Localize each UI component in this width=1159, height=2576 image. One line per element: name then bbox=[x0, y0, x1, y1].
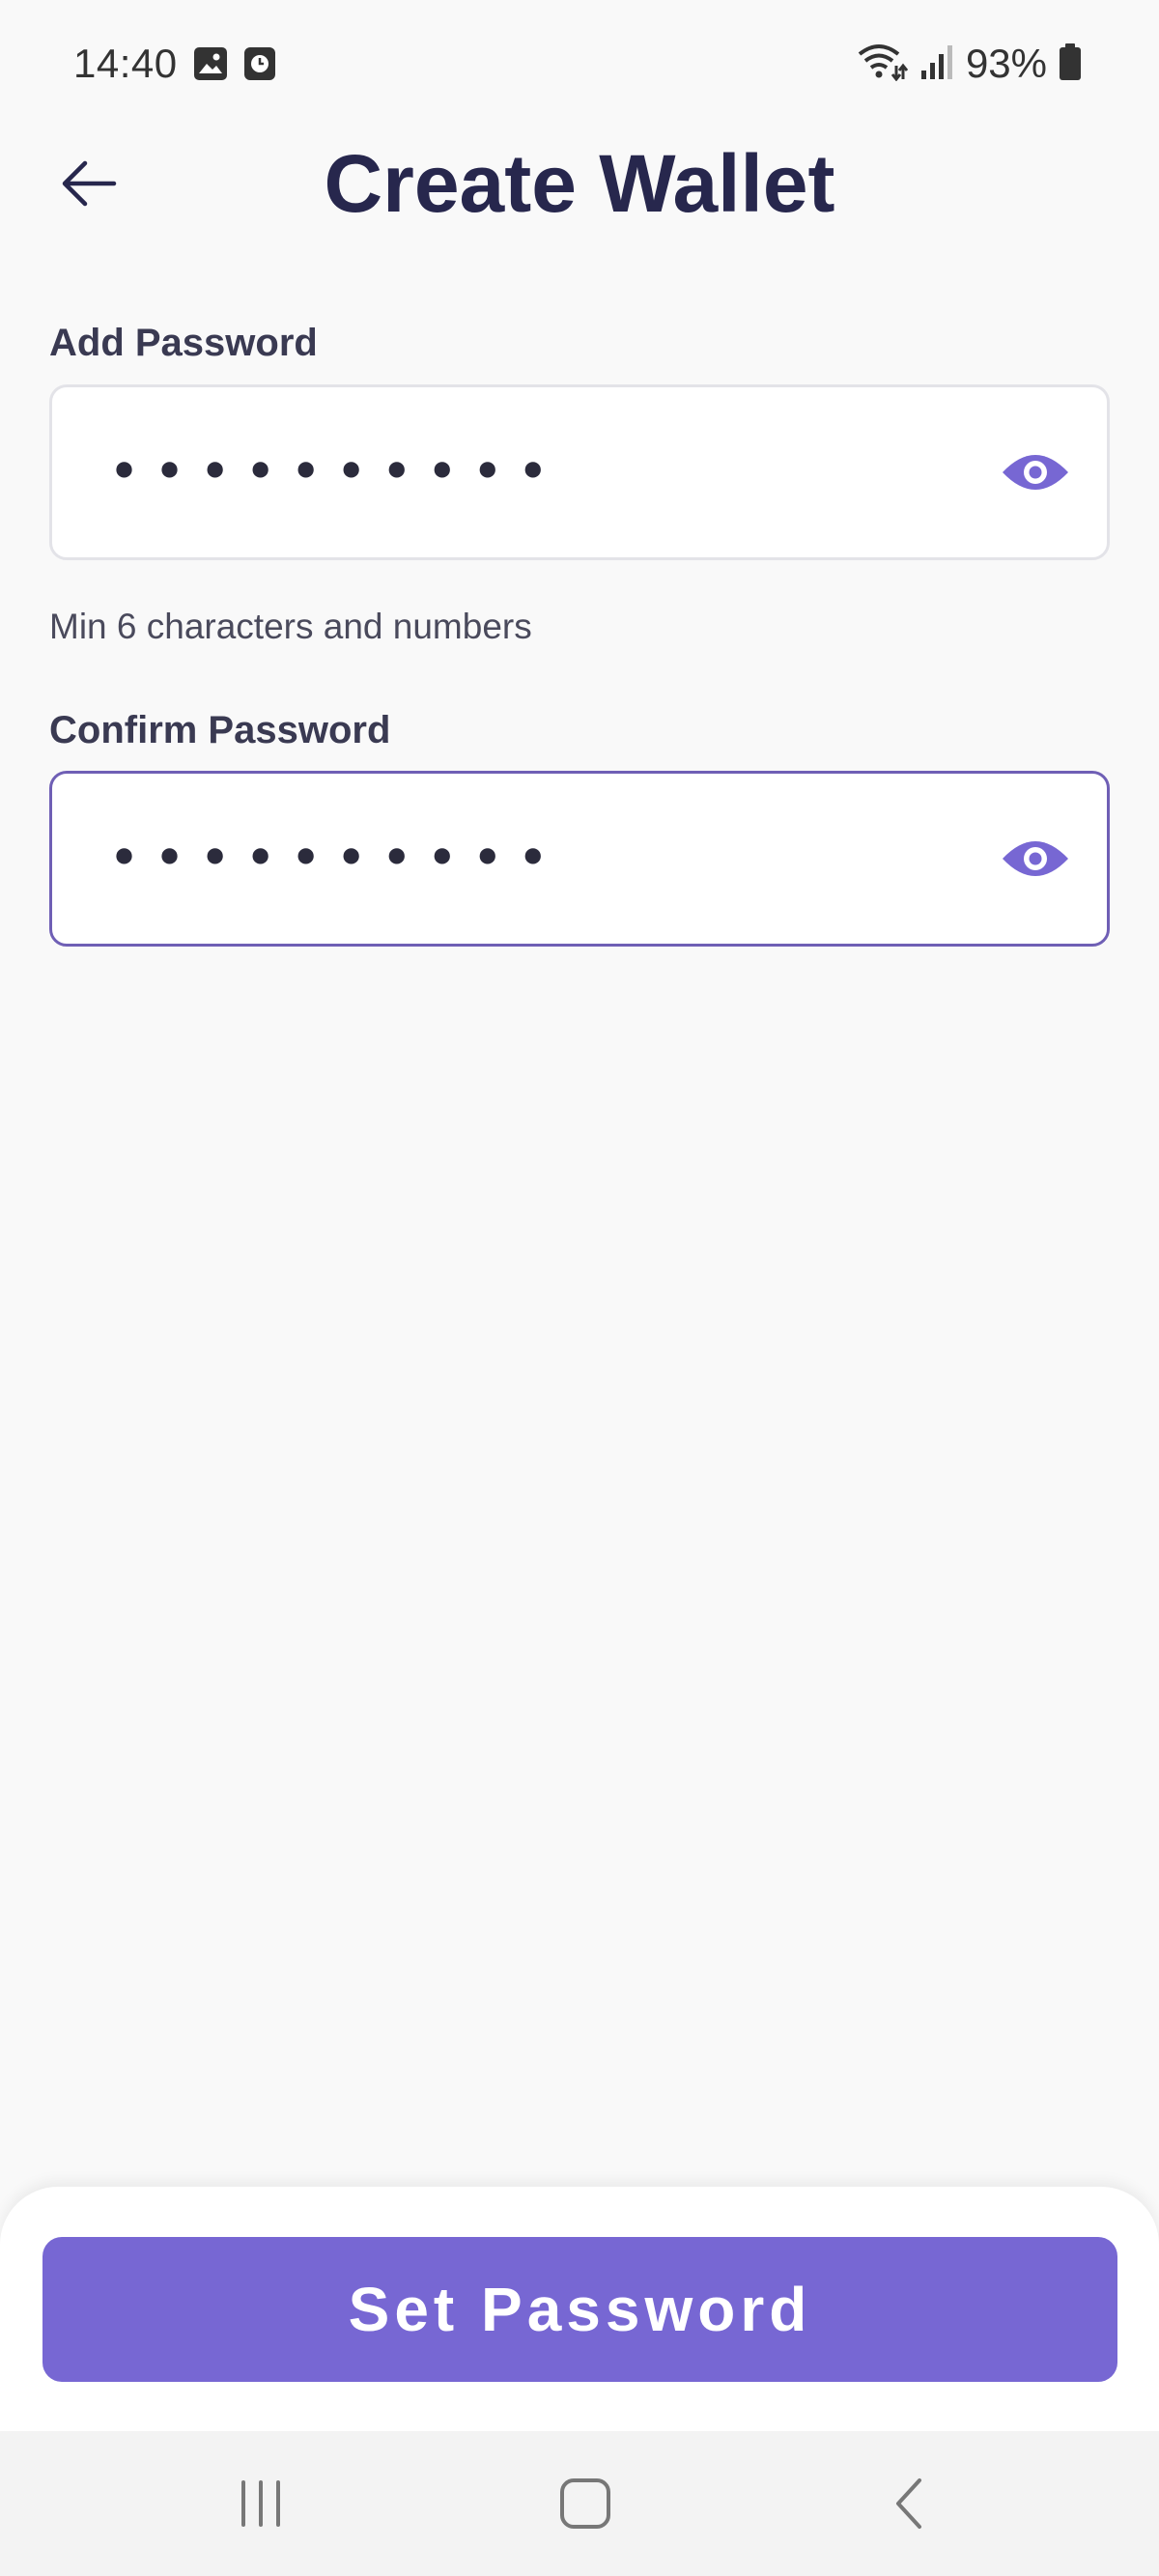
navigation-bar bbox=[0, 2431, 1159, 2576]
battery-percentage: 93% bbox=[965, 41, 1047, 86]
battery-icon bbox=[1059, 42, 1082, 86]
confirm-password-input[interactable] bbox=[106, 826, 931, 892]
wifi-icon bbox=[858, 42, 909, 86]
page-title: Create Wallet bbox=[324, 138, 835, 229]
home-icon bbox=[560, 2478, 610, 2529]
password-label: Add Password bbox=[49, 322, 318, 364]
bottom-action-sheet: Set Password bbox=[0, 2187, 1159, 2431]
status-time: 14:40 bbox=[73, 41, 178, 86]
password-input[interactable] bbox=[106, 439, 931, 505]
signal-icon bbox=[919, 43, 954, 85]
clock-app-icon bbox=[243, 46, 276, 86]
recent-apps-button[interactable] bbox=[212, 2460, 309, 2547]
password-field[interactable] bbox=[49, 384, 1110, 560]
eye-icon bbox=[1003, 841, 1068, 876]
home-button[interactable] bbox=[537, 2460, 634, 2547]
confirm-password-label: Confirm Password bbox=[49, 709, 391, 751]
confirm-password-field[interactable] bbox=[49, 771, 1110, 947]
recent-apps-icon bbox=[241, 2480, 280, 2527]
confirm-password-visibility-toggle[interactable] bbox=[999, 822, 1072, 895]
image-icon bbox=[193, 46, 228, 86]
header: Create Wallet bbox=[0, 135, 1159, 241]
status-right: 93% bbox=[858, 41, 1082, 87]
system-back-button[interactable] bbox=[862, 2460, 958, 2547]
password-helper-text: Min 6 characters and numbers bbox=[49, 607, 532, 646]
set-password-button[interactable]: Set Password bbox=[42, 2237, 1117, 2382]
back-icon bbox=[896, 2478, 921, 2529]
eye-icon bbox=[1003, 455, 1068, 490]
status-bar: 14:40 93% bbox=[0, 0, 1159, 126]
password-visibility-toggle[interactable] bbox=[999, 436, 1072, 509]
